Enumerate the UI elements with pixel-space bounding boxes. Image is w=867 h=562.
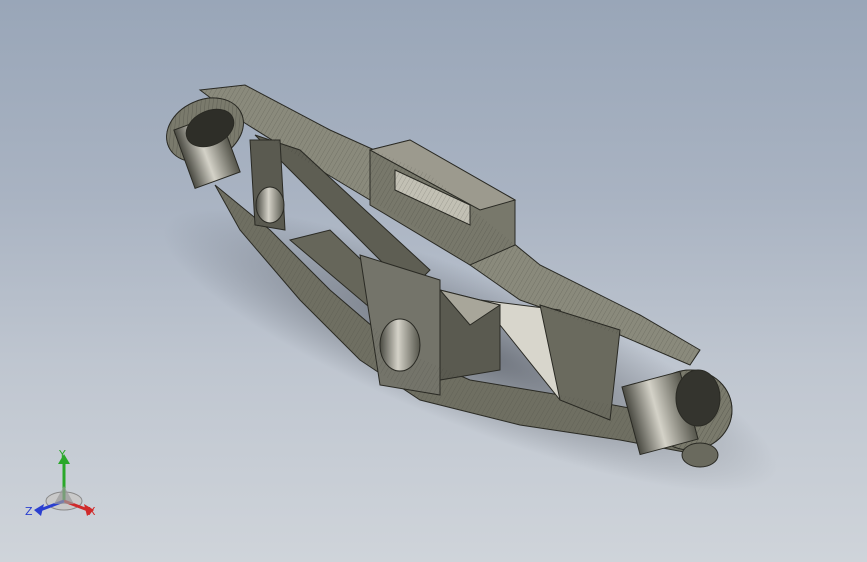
view-triad[interactable]: Y Z X — [24, 446, 104, 526]
z-axis-label: Z — [25, 505, 33, 518]
z-axis-arrow — [34, 504, 44, 516]
y-axis-label: Y — [59, 448, 66, 461]
model-view[interactable] — [0, 0, 867, 562]
graphics-viewport[interactable] — [0, 0, 867, 562]
x-axis-label: X — [88, 505, 96, 518]
